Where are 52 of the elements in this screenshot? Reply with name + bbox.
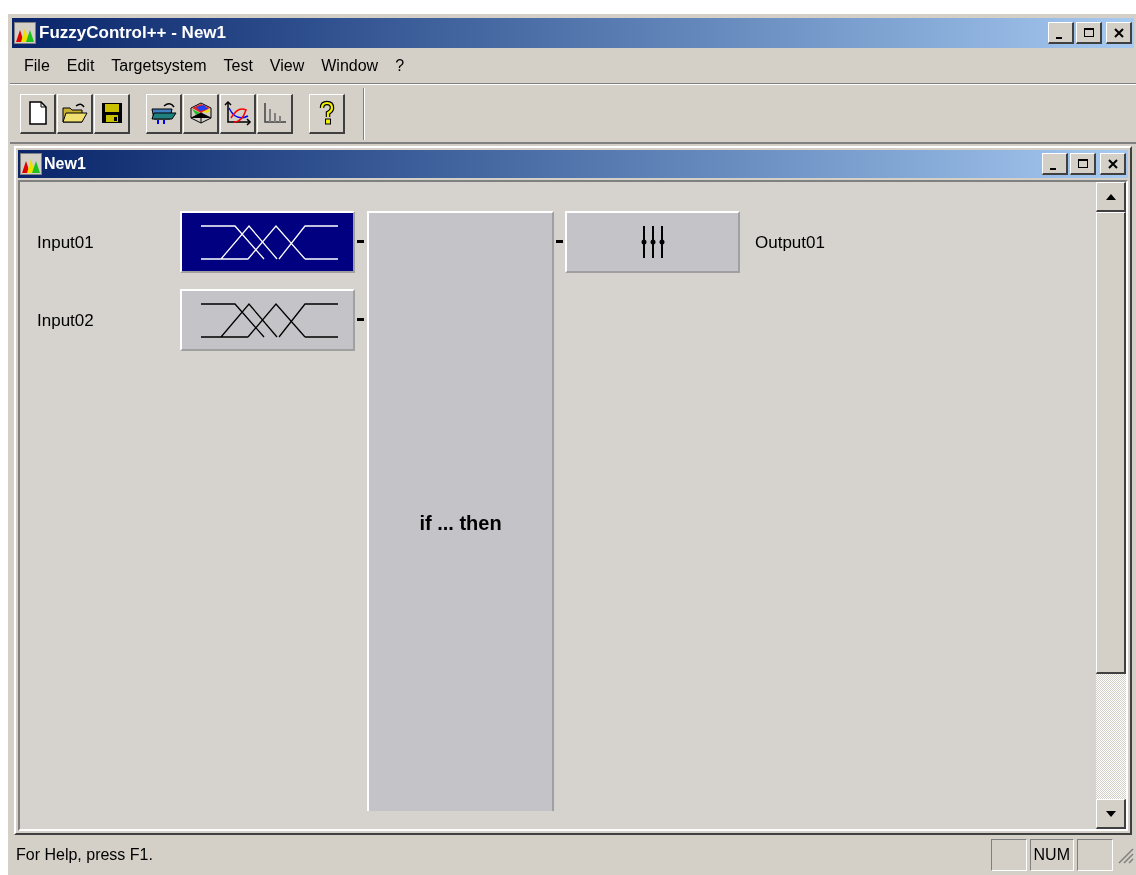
input-variable-block[interactable]: [180, 211, 355, 273]
window-title: FuzzyControl++ - New1: [39, 22, 228, 45]
menu-item[interactable]: View: [261, 53, 313, 78]
status-pane: [990, 839, 1027, 871]
curve-chart-icon: [223, 100, 252, 126]
status-pane: [1077, 839, 1113, 871]
minimize-icon: [1049, 167, 1057, 170]
scroll-up-button[interactable]: [1096, 182, 1126, 212]
input-variable-block[interactable]: [180, 289, 355, 351]
close-button[interactable]: [1106, 22, 1132, 44]
curve-chart-button[interactable]: [220, 93, 256, 134]
menu-item[interactable]: ?: [387, 53, 413, 78]
output-variable-block[interactable]: [565, 211, 740, 273]
app-logo-icon: [14, 22, 36, 44]
import-button[interactable]: [146, 93, 182, 134]
resize-grip-icon[interactable]: [1116, 846, 1134, 864]
maximize-button[interactable]: [1070, 153, 1096, 175]
minimize-button[interactable]: [1042, 153, 1068, 175]
close-button[interactable]: [1100, 153, 1126, 175]
down-arrow-icon: [1104, 809, 1117, 818]
scroll-thumb[interactable]: [1096, 212, 1126, 674]
menu-item[interactable]: Edit: [58, 53, 103, 78]
output-label: Output01: [755, 232, 825, 254]
document-logo-icon: [20, 153, 42, 175]
save-icon: [100, 102, 123, 124]
input-label: Input01: [37, 232, 94, 254]
up-arrow-icon: [1104, 192, 1117, 201]
menu-item[interactable]: Test: [215, 53, 261, 78]
surface-plot-icon: [187, 100, 214, 126]
bar-chart-button[interactable]: [257, 93, 293, 134]
surface-plot-button[interactable]: [183, 93, 219, 134]
menu-item[interactable]: File: [16, 53, 58, 78]
document-title: New1: [44, 154, 87, 174]
open-button[interactable]: [57, 93, 93, 134]
input-label: Input02: [37, 310, 94, 332]
rule-block-label: if ... then: [419, 511, 502, 536]
rule-block[interactable]: if ... then: [367, 211, 554, 811]
help-button[interactable]: [309, 93, 345, 134]
scroll-down-button[interactable]: [1096, 799, 1126, 829]
save-button[interactable]: [94, 93, 130, 134]
open-folder-icon: [61, 102, 88, 124]
new-file-icon: [27, 101, 48, 125]
import-icon: [149, 101, 178, 125]
menu-item[interactable]: Targetsystem: [103, 53, 215, 78]
minimize-button[interactable]: [1048, 22, 1074, 44]
status-text: For Help, press F1.: [16, 845, 154, 865]
bar-chart-icon: [261, 101, 288, 125]
menu-item[interactable]: Window: [313, 53, 387, 78]
new-button[interactable]: [20, 93, 56, 134]
maximize-button[interactable]: [1076, 22, 1102, 44]
num-lock-indicator: NUM: [1029, 839, 1074, 871]
minimize-icon: [1055, 36, 1063, 39]
